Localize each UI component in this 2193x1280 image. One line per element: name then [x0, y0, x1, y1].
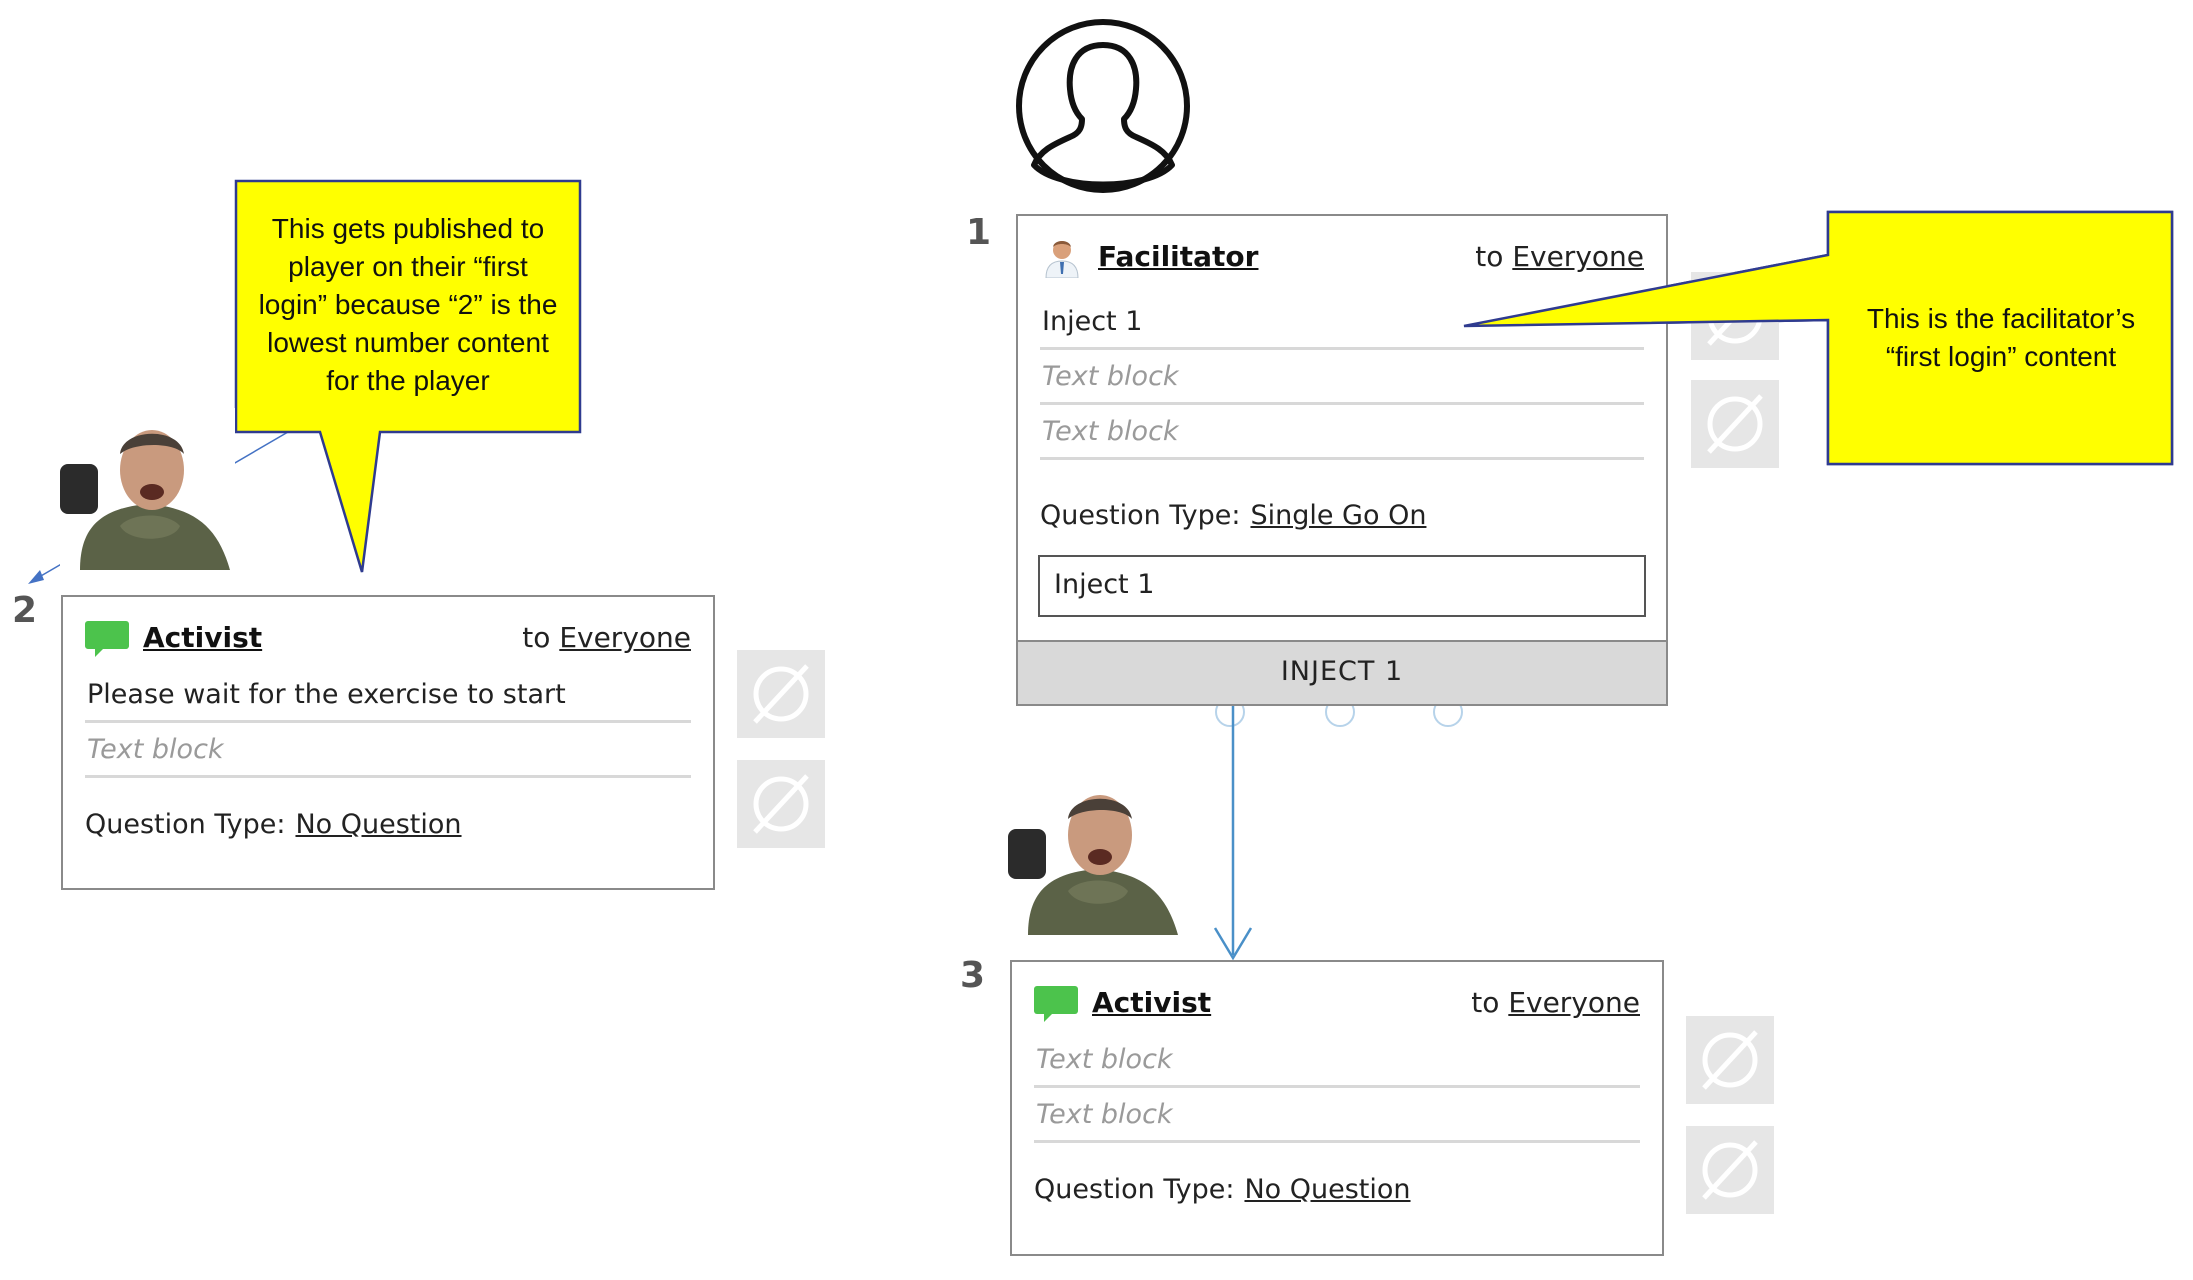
question-type-link[interactable]: No Question — [1244, 1174, 1410, 1205]
answer-input[interactable]: Inject 1 — [1038, 555, 1646, 617]
question-type-link[interactable]: No Question — [295, 809, 461, 840]
empty-set-tile[interactable] — [1691, 380, 1779, 468]
empty-set-tile[interactable] — [737, 650, 825, 738]
empty-set-tile[interactable] — [737, 760, 825, 848]
facilitator-person-icon — [1045, 241, 1079, 278]
text-row[interactable]: Please wait for the exercise to start — [85, 671, 691, 723]
card-header: Activist to Everyone — [85, 617, 691, 661]
person-outline-icon — [1016, 19, 1190, 193]
empty-set-icon — [753, 664, 809, 724]
question-type: Question Type: No Question — [1034, 1174, 1411, 1205]
to-label: to — [522, 621, 551, 654]
role-link[interactable]: Facilitator — [1098, 240, 1258, 273]
card-number: 2 — [12, 590, 38, 631]
text-row[interactable]: Inject 1 — [1040, 298, 1644, 350]
activist-photo — [60, 408, 235, 570]
left-callout-text: This gets published to player on their “… — [258, 213, 558, 396]
card-number: 1 — [966, 212, 992, 253]
audience: to Everyone — [1475, 240, 1644, 273]
text-block-placeholder[interactable]: Text block — [1040, 353, 1644, 405]
empty-set-tile[interactable] — [1686, 1126, 1774, 1214]
empty-set-tile[interactable] — [1691, 272, 1779, 360]
card-header: Facilitator to Everyone — [1040, 236, 1644, 280]
audience-link[interactable]: Everyone — [559, 621, 691, 654]
question-type-label: Question Type: — [1040, 500, 1241, 531]
card-header: Activist to Everyone — [1034, 982, 1640, 1026]
question-type: Question Type: No Question — [85, 809, 462, 840]
content-card-activist[interactable]: Activist to Everyone Please wait for the… — [61, 595, 715, 890]
role-link[interactable]: Activist — [1092, 986, 1211, 1019]
question-type-label: Question Type: — [1034, 1174, 1235, 1205]
empty-set-tile[interactable] — [1686, 1016, 1774, 1104]
content-card-activist[interactable]: Activist to Everyone Text block Text blo… — [1010, 960, 1664, 1256]
text-block-placeholder[interactable]: Text block — [1034, 1036, 1640, 1088]
text-block-placeholder[interactable]: Text block — [1040, 408, 1644, 460]
chat-bubble-icon — [85, 621, 129, 657]
audience-link[interactable]: Everyone — [1508, 986, 1640, 1019]
audience-link[interactable]: Everyone — [1512, 240, 1644, 273]
empty-set-icon — [1707, 394, 1763, 454]
card-number: 3 — [960, 955, 986, 996]
question-type: Question Type: Single Go On — [1040, 500, 1426, 531]
right-callout-text: This is the facilitator’s “first login” … — [1866, 303, 2136, 372]
empty-set-icon — [1707, 286, 1763, 346]
to-label: to — [1471, 986, 1500, 1019]
question-type-label: Question Type: — [85, 809, 286, 840]
text-block-placeholder[interactable]: Text block — [1034, 1091, 1640, 1143]
activist-photo — [1008, 773, 1183, 935]
chat-bubble-icon — [1034, 986, 1078, 1022]
question-type-link[interactable]: Single Go On — [1250, 500, 1426, 531]
role-link[interactable]: Activist — [143, 621, 262, 654]
audience: to Everyone — [522, 621, 691, 654]
empty-set-icon — [1702, 1140, 1758, 1200]
inject-button[interactable]: INJECT 1 — [1018, 640, 1666, 704]
content-card-facilitator[interactable]: Facilitator to Everyone Inject 1 Text bl… — [1016, 214, 1668, 706]
empty-set-icon — [753, 774, 809, 834]
text-block-placeholder[interactable]: Text block — [85, 726, 691, 778]
empty-set-icon — [1702, 1030, 1758, 1090]
audience: to Everyone — [1471, 986, 1640, 1019]
to-label: to — [1475, 240, 1504, 273]
